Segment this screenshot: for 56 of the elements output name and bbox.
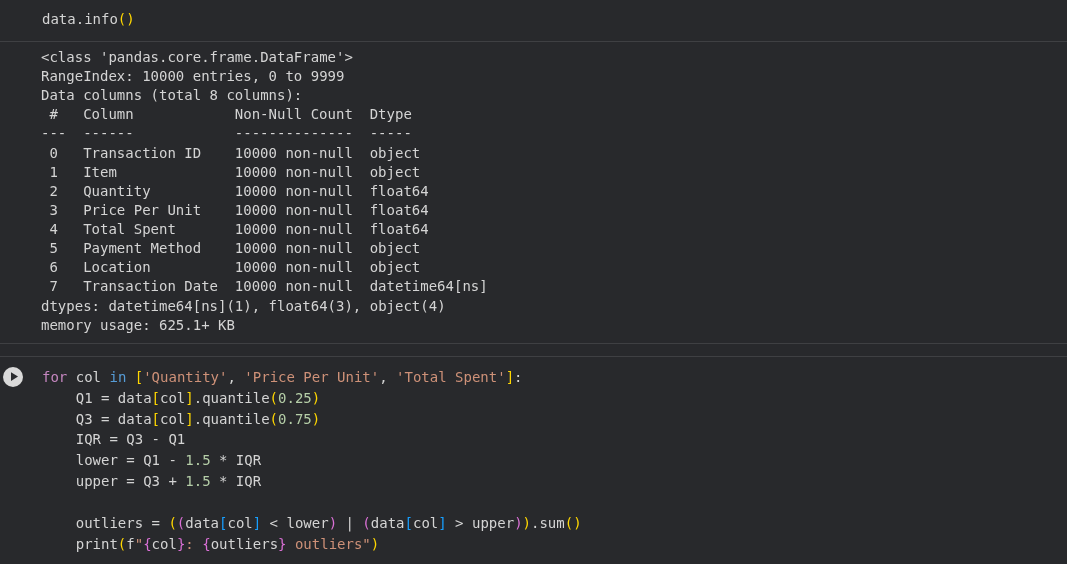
table-cell: Transaction ID — [83, 143, 202, 163]
row-index: 0 — [49, 143, 58, 163]
code-line: Q3 = data[col].quantile(0.75) — [75, 410, 321, 427]
table-cell: Location — [83, 258, 151, 278]
table-cell: 10000 non-null — [234, 277, 353, 297]
code-line: lower = Q1 - 1.5 * IQR — [75, 452, 262, 469]
code-line: upper = Q3 + 1.5 * IQR — [75, 473, 262, 490]
code-line: Q1 = data[col].quantile(0.25) — [75, 389, 321, 406]
table-cell-text: Total Spent — [83, 220, 176, 239]
code-line: for col in ['Quantity', 'Price Per Unit', 'Total Spent']: — [42, 368, 523, 385]
dash-separator: --- — [41, 124, 67, 144]
table-cell: Item — [83, 162, 117, 182]
table-cell-text: float64 — [369, 220, 429, 239]
table-cell: 10000 non-null — [234, 258, 353, 278]
table-cell: 10000 non-null — [234, 181, 353, 201]
column-header: Non-Null Count — [234, 105, 353, 125]
play-icon — [10, 372, 18, 382]
row-index: 4 — [49, 220, 58, 239]
table-cell: float64 — [369, 200, 429, 220]
output-line: RangeIndex: 10000 entries, 0 to 9999 — [41, 68, 345, 84]
row-index: 7 — [49, 277, 58, 297]
table-cell: datetime64[ns] — [369, 277, 488, 297]
column-header: Dtype — [369, 105, 412, 125]
table-cell: object — [369, 258, 421, 278]
code-line: IQR = Q3 - Q1 — [75, 431, 186, 448]
table-cell: object — [369, 162, 421, 182]
row-index: 6 — [49, 258, 58, 278]
row-index: 1 — [49, 162, 58, 182]
row-index: 3 — [49, 200, 58, 220]
run-button[interactable] — [3, 366, 23, 387]
table-cell: float64 — [369, 181, 429, 201]
code-line: data.info() — [42, 11, 135, 27]
row-index: 5 — [49, 239, 58, 259]
table-cell-text: 10000 non-null — [234, 220, 353, 239]
output-line: memory usage: 625.1+ KB — [41, 316, 235, 333]
table-cell: Quantity — [83, 181, 151, 201]
code-line: print(f"{col}: {outliers} outliers") — [75, 535, 380, 552]
table-cell: object — [369, 239, 421, 259]
table-cell: 10000 non-null — [234, 200, 353, 220]
code-line: outliers = ((data[col] < lower) | (data[col] > upper)).sum() — [75, 515, 582, 531]
output-line: <class 'pandas.core.frame.DataFrame'> — [41, 48, 353, 65]
column-header: # — [49, 105, 58, 125]
table-cell: Payment Method — [83, 239, 202, 259]
table-cell: Price Per Unit — [83, 200, 202, 220]
dash-separator: ----- — [369, 124, 412, 144]
table-cell: 10000 non-null — [234, 239, 353, 259]
table-cell: Transaction Date — [83, 277, 218, 297]
table-cell: object — [369, 143, 421, 163]
output-line: dtypes: datetime64[ns](1), float64(3), object(4) — [41, 297, 446, 314]
table-cell: 10000 non-null — [234, 143, 353, 163]
row-index: 2 — [49, 181, 58, 201]
column-header: Column — [83, 105, 134, 125]
dash-separator: -------------- — [234, 124, 353, 144]
output-line: Data columns (total 8 columns): — [41, 87, 303, 104]
table-cell: 10000 non-null — [234, 162, 353, 182]
dash-separator: ------ — [83, 124, 134, 144]
